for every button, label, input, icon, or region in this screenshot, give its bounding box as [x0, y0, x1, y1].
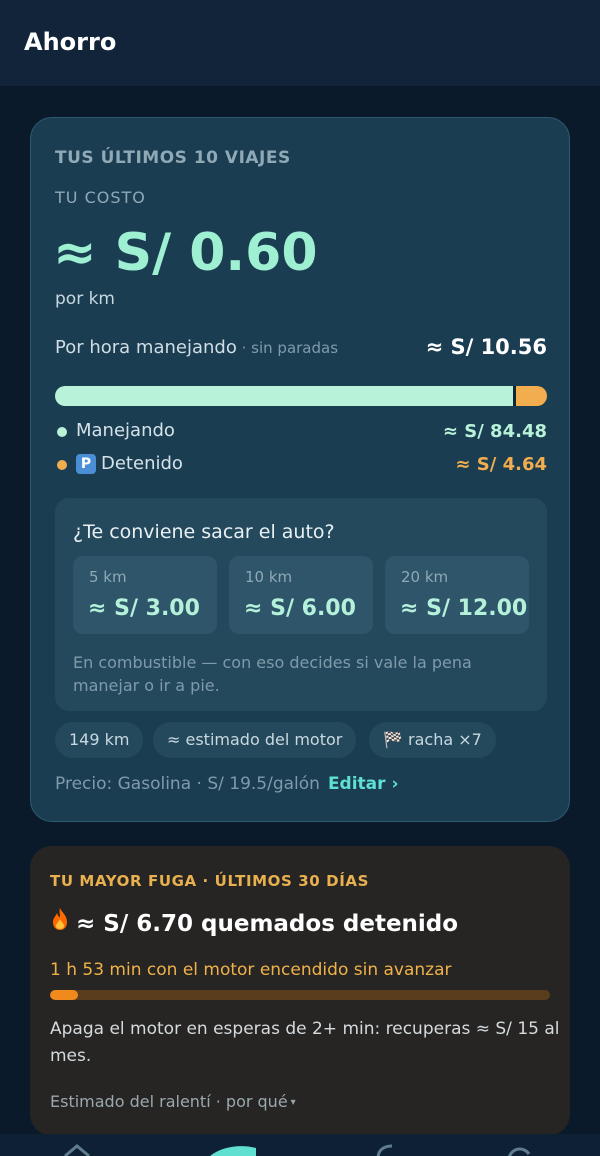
leak-title: ≈ S/ 6.70 quemados detenido [76, 911, 459, 937]
distance-label: 20 km [401, 568, 449, 586]
distance-tile: 20 km ≈ S/ 12.00 [385, 556, 529, 634]
fuel-icon[interactable] [372, 1142, 402, 1156]
hourly-value: ≈ S/ 10.56 [425, 335, 547, 359]
why-link[interactable]: Estimado del ralentí · por qué ▾ [50, 1092, 296, 1111]
distance-cost: ≈ S/ 6.00 [244, 596, 356, 621]
distance-label: 10 km [245, 568, 293, 586]
distance-tile: 5 km ≈ S/ 3.00 [73, 556, 217, 634]
distance-cost: ≈ S/ 3.00 [88, 596, 200, 621]
page-title: Ahorro [24, 28, 117, 56]
legend-driving: Manejando ≈ S/ 84.48 [55, 420, 547, 444]
distance-tile: 10 km ≈ S/ 6.00 [229, 556, 373, 634]
stopped-label-wrap: P Detenido [76, 453, 183, 474]
edit-price-link[interactable]: Editar › [328, 774, 399, 794]
caret-down-icon: ▾ [290, 1097, 296, 1108]
fire-icon [50, 907, 70, 937]
stopped-dot-icon [57, 460, 67, 470]
fuel-price-row: Precio: Gasolina · S/ 19.5/galón Editar › [55, 774, 398, 794]
leaf-icon[interactable] [208, 1142, 256, 1156]
cost-label: TU COSTO [55, 188, 146, 207]
driving-segment [55, 386, 513, 406]
distance-label: 5 km [89, 568, 127, 586]
leak-eyebrow: TU MAYOR FUGA · ÚLTIMOS 30 DÍAS [50, 872, 369, 890]
stopped-value: ≈ S/ 4.64 [455, 454, 547, 475]
parking-icon: P [76, 454, 96, 474]
cost-per-km-value: ≈ S/ 0.60 [53, 223, 318, 283]
hourly-cost-row: Por hora manejando · sin paradas ≈ S/ 10… [55, 335, 547, 365]
distance-cost: ≈ S/ 12.00 [400, 596, 528, 621]
estimate-chip: ≈ estimado del motor [153, 722, 357, 758]
fuel-price: Precio: Gasolina · S/ 19.5/galón [55, 774, 320, 794]
leak-title-row: ≈ S/ 6.70 quemados detenido [50, 907, 458, 937]
driving-dot-icon [57, 427, 67, 437]
idle-bar [50, 990, 550, 1000]
driving-label: Manejando [76, 420, 175, 441]
streak-chip: 🏁 racha ×7 [369, 722, 496, 758]
trips-eyebrow: TUS ÚLTIMOS 10 VIAJES [55, 148, 291, 168]
driving-value: ≈ S/ 84.48 [442, 421, 547, 442]
home-icon[interactable] [62, 1142, 92, 1156]
idle-leak-card: TU MAYOR FUGA · ÚLTIMOS 30 DÍAS ≈ S/ 6.7… [30, 846, 570, 1136]
worth-it-title: ¿Te conviene sacar el auto? [73, 521, 335, 543]
app-header: Ahorro [0, 0, 600, 86]
leak-advice: Apaga el motor en esperas de 2+ min: rec… [50, 1019, 560, 1066]
bottom-nav [0, 1134, 600, 1156]
stopped-label: Detenido [101, 453, 183, 474]
distance-chip: 149 km [55, 722, 144, 758]
leak-subtitle: 1 h 53 min con el motor encendido sin av… [50, 960, 452, 980]
worth-it-note: En combustible — con eso decides si vale… [73, 653, 472, 695]
legend-stopped: P Detenido ≈ S/ 4.64 [55, 453, 547, 477]
cost-summary-card: TUS ÚLTIMOS 10 VIAJES TU COSTO ≈ S/ 0.60… [30, 117, 570, 822]
why-label: Estimado del ralentí · por qué [50, 1092, 288, 1111]
idle-bar-fill [50, 990, 78, 1000]
worth-it-box: ¿Te conviene sacar el auto? 5 km ≈ S/ 3.… [55, 498, 547, 711]
stopped-segment [515, 386, 547, 406]
cost-unit: por km [55, 289, 115, 309]
cost-split-bar [55, 386, 547, 406]
history-icon[interactable] [504, 1142, 534, 1156]
hourly-label: Por hora manejando [55, 337, 237, 358]
hourly-sublabel: · sin paradas [236, 339, 339, 357]
